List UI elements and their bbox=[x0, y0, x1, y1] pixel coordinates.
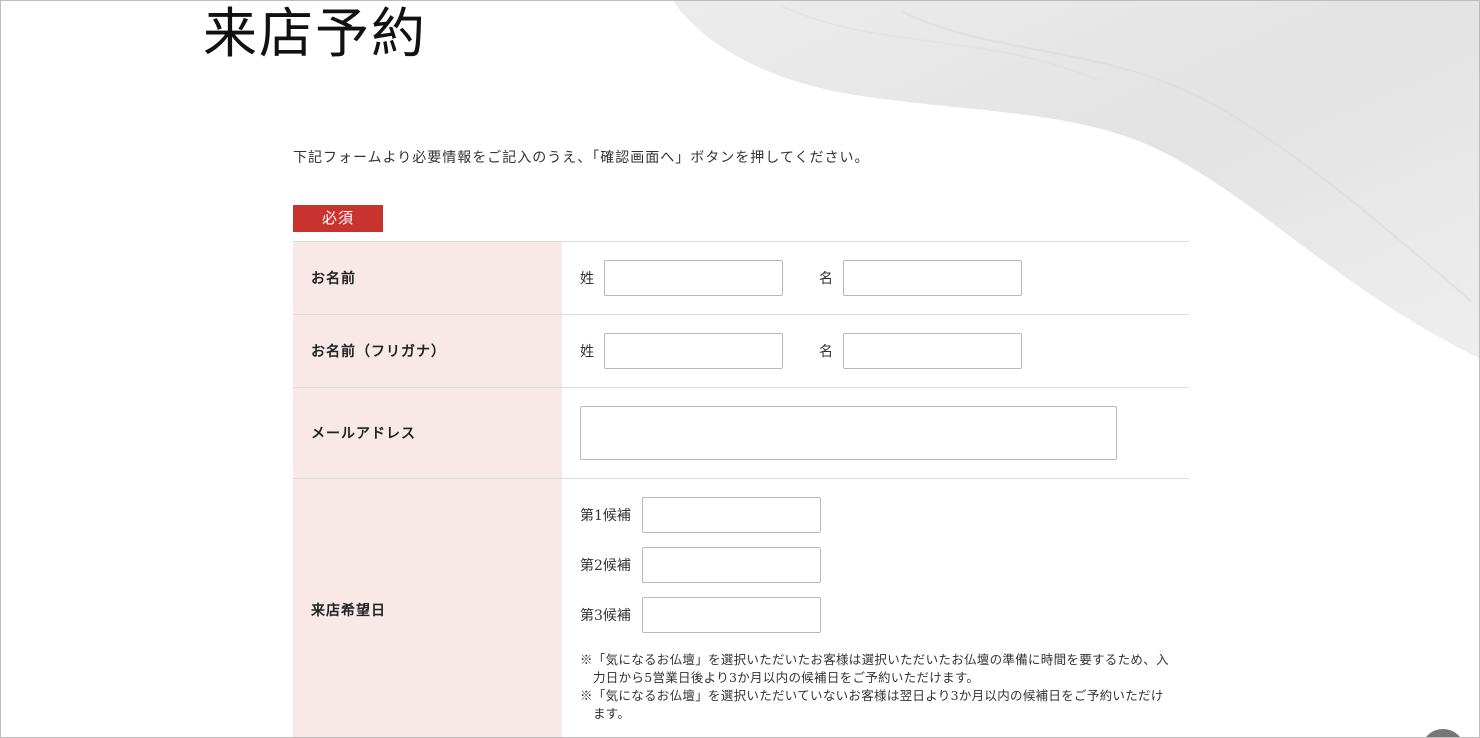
reservation-form: お名前 姓 名 お名前（フリガナ） 姓 名 メールアドレス 来店希望日 第1候補… bbox=[293, 241, 1189, 737]
visit-date-field-group: 第1候補 第2候補 第3候補 ※「気になるお仏壇」を選択いただいたお客様は選択い… bbox=[562, 479, 1189, 737]
date-choice-2-input[interactable] bbox=[642, 547, 821, 583]
first-name-kana-input[interactable] bbox=[843, 333, 1022, 369]
visit-date-note-2: ※「気になるお仏壇」を選択いただいていないお客様は翌日より3か月以内の候補日をご… bbox=[580, 688, 1164, 721]
date-choice-1-input[interactable] bbox=[642, 497, 821, 533]
first-name-label: 名 bbox=[819, 271, 833, 287]
date-choice-3-label: 第3候補 bbox=[580, 608, 631, 624]
date-choice-1: 第1候補 bbox=[580, 497, 821, 533]
email-input[interactable] bbox=[580, 406, 1117, 460]
visit-date-note-1: ※「気になるお仏壇」を選択いただいたお客様は選択いただいたお仏壇の準備に時間を要… bbox=[580, 652, 1169, 685]
last-name-label: 姓 bbox=[580, 271, 594, 287]
kana-field-group: 姓 名 bbox=[562, 315, 1189, 387]
last-name-input[interactable] bbox=[604, 260, 783, 296]
form-row-name: お名前 姓 名 bbox=[293, 242, 1189, 315]
required-badge: 必須 bbox=[293, 205, 383, 232]
form-row-kana: お名前（フリガナ） 姓 名 bbox=[293, 315, 1189, 388]
date-choice-3: 第3候補 bbox=[580, 597, 821, 633]
name-field-group: 姓 名 bbox=[562, 242, 1189, 314]
last-name-kana-label: 姓 bbox=[580, 344, 594, 360]
first-name-kana-label: 名 bbox=[819, 344, 833, 360]
date-choice-3-input[interactable] bbox=[642, 597, 821, 633]
last-name-kana-input[interactable] bbox=[604, 333, 783, 369]
first-name-input[interactable] bbox=[843, 260, 1022, 296]
date-choice-2: 第2候補 bbox=[580, 547, 821, 583]
visit-date-notes: ※「気になるお仏壇」を選択いただいたお客様は選択いただいたお仏壇の準備に時間を要… bbox=[580, 651, 1170, 723]
date-choice-2-label: 第2候補 bbox=[580, 558, 631, 574]
page-title: 来店予約 bbox=[203, 2, 427, 65]
kana-label: お名前（フリガナ） bbox=[293, 315, 562, 387]
name-label: お名前 bbox=[293, 242, 562, 314]
visit-date-label: 来店希望日 bbox=[293, 479, 562, 737]
form-row-visit-date: 来店希望日 第1候補 第2候補 第3候補 ※「気になるお仏壇」を選択いただいたお… bbox=[293, 479, 1189, 737]
email-label: メールアドレス bbox=[293, 388, 562, 478]
form-row-email: メールアドレス bbox=[293, 388, 1189, 479]
email-field-group bbox=[562, 388, 1189, 478]
intro-text: 下記フォームより必要情報をご記入のうえ、「確認画面へ」ボタンを押してください。 bbox=[293, 150, 870, 166]
page: 来店予約 下記フォームより必要情報をご記入のうえ、「確認画面へ」ボタンを押してく… bbox=[0, 0, 1480, 738]
date-choice-1-label: 第1候補 bbox=[580, 508, 631, 524]
